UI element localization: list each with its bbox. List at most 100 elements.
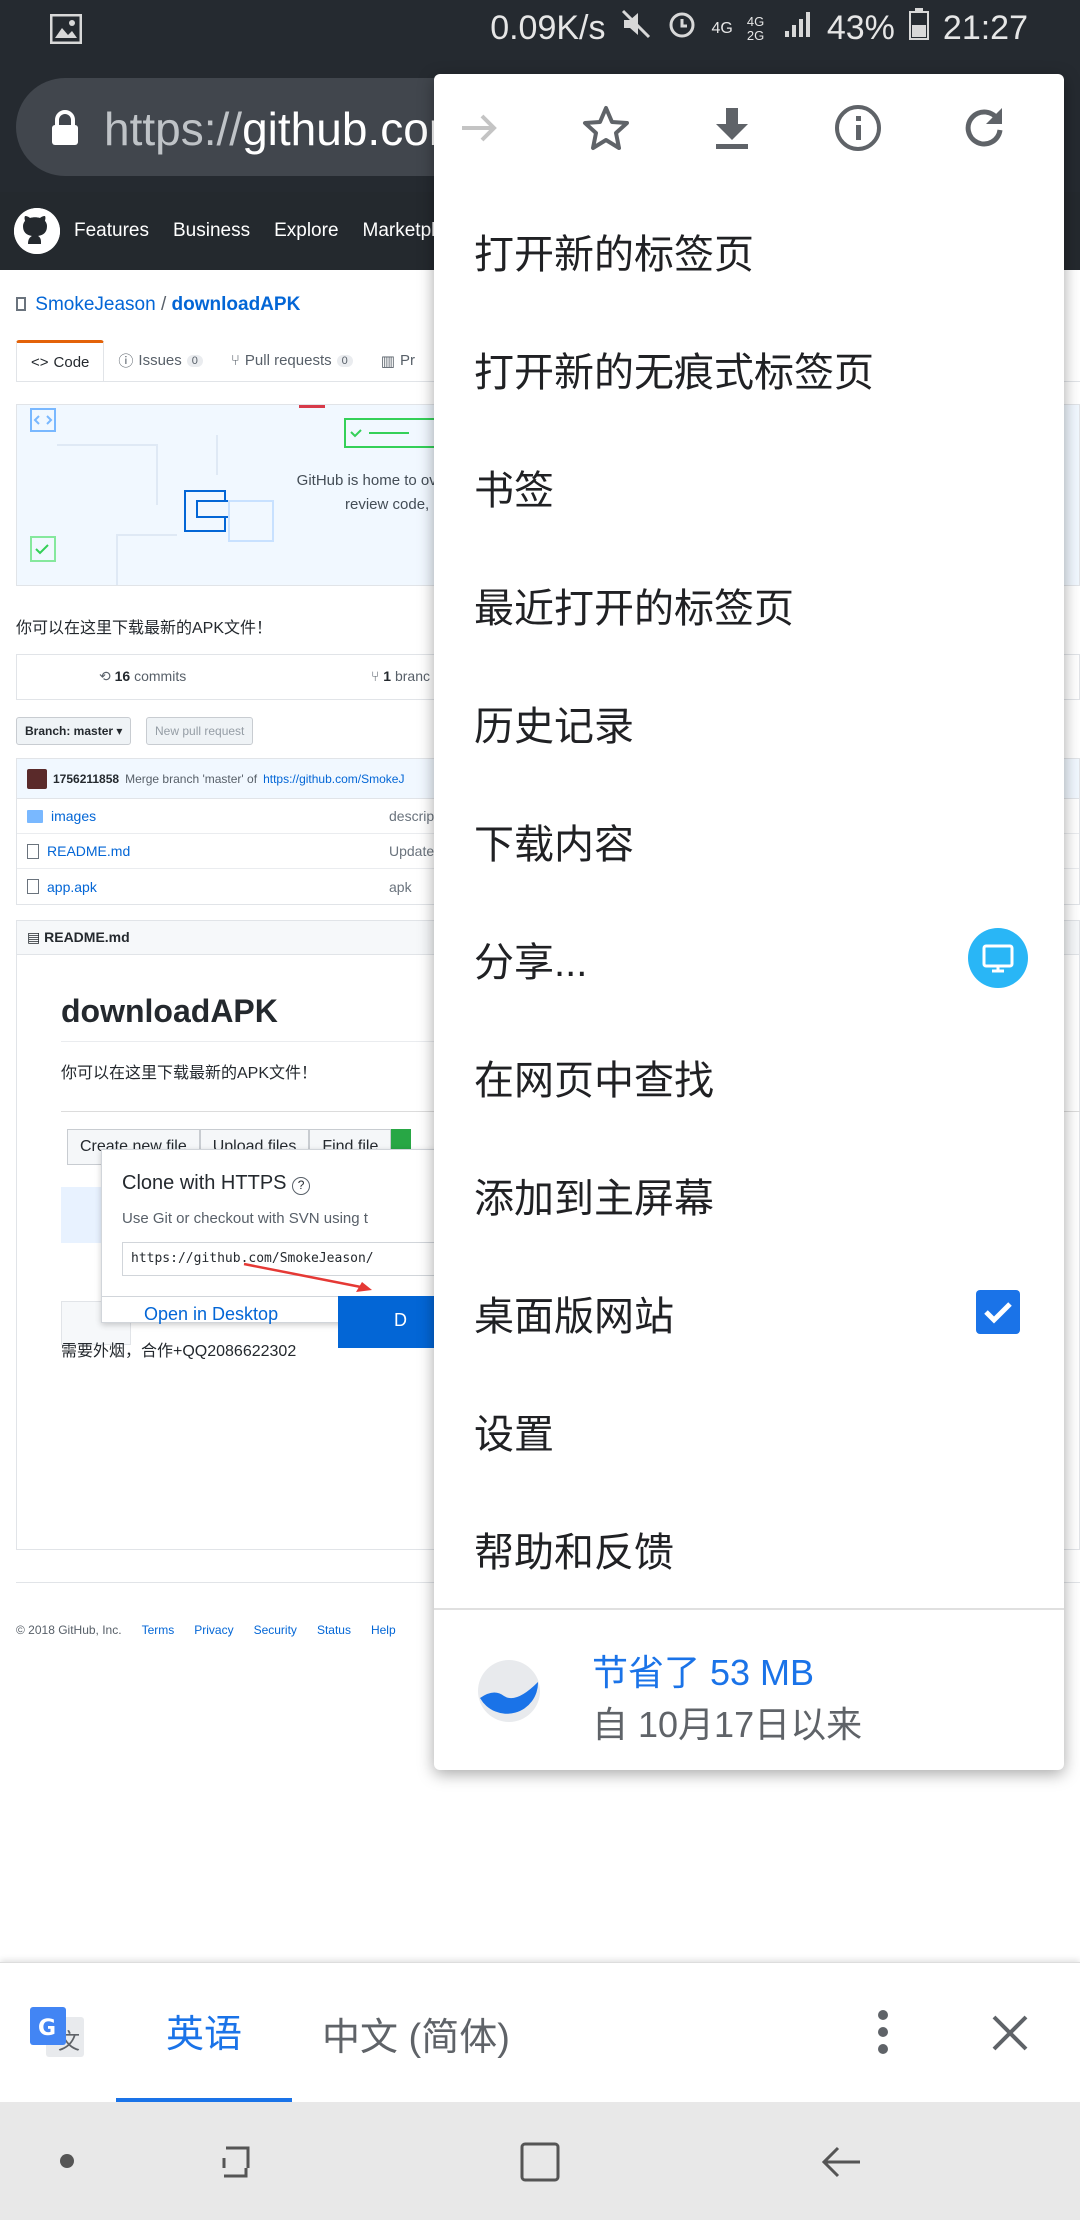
menu-bookmarks[interactable]: 书签 <box>474 428 1064 546</box>
network-4g: 4G <box>711 19 733 37</box>
nav-features[interactable]: Features <box>74 220 149 242</box>
branch-label: branc <box>394 668 431 684</box>
footer-security[interactable]: Security <box>254 1623 297 1637</box>
copyright: © 2018 GitHub, Inc. <box>16 1623 122 1637</box>
help-icon: ? <box>292 1177 311 1195</box>
target-language-tab[interactable]: 中文 (简体) <box>322 1963 510 2103</box>
code-icon: <> <box>31 353 49 371</box>
file-icon <box>27 879 39 894</box>
branch-count: 1 <box>383 668 392 684</box>
download-icon[interactable] <box>708 104 756 152</box>
back-icon[interactable] <box>820 2140 864 2189</box>
file-name[interactable]: images <box>51 808 96 824</box>
menu-desktop-site-label: 桌面版网站 <box>474 1295 674 1339</box>
file-commit-msg: Update <box>389 843 435 859</box>
clone-title: Clone with HTTPS ? <box>122 1172 311 1195</box>
nav-business[interactable]: Business <box>173 220 250 242</box>
info-icon[interactable] <box>834 104 882 152</box>
mute-icon <box>620 8 652 49</box>
gallery-icon <box>49 13 83 52</box>
github-logo-icon[interactable] <box>14 208 60 254</box>
menu-new-tab[interactable]: 打开新的标签页 <box>474 192 1064 310</box>
recents-icon[interactable] <box>214 2140 258 2189</box>
forward-icon[interactable] <box>456 104 504 152</box>
repo-separator: / <box>160 294 167 315</box>
branch-icon: ⑂ <box>371 668 380 684</box>
hero-line-2: review code, r <box>345 496 439 513</box>
folder-icon <box>27 809 43 823</box>
menu-help-feedback[interactable]: 帮助和反馈 <box>474 1490 1064 1608</box>
menu-downloads[interactable]: 下载内容 <box>474 782 1064 900</box>
home-dot-icon[interactable] <box>60 2154 74 2168</box>
menu-new-incognito-tab[interactable]: 打开新的无痕式标签页 <box>474 310 1064 428</box>
branch-select-button[interactable]: Branch: master ▾ <box>16 717 132 745</box>
menu-icon-row <box>434 74 1064 178</box>
tab-issues-label: Issues <box>138 352 182 369</box>
source-language-tab[interactable]: 英语 <box>116 1963 292 2103</box>
footer-status[interactable]: Status <box>317 1623 351 1637</box>
tab-pull-requests[interactable]: ⑂ Pull requests 0 <box>217 340 367 381</box>
file-name[interactable]: README.md <box>47 843 130 859</box>
commits-stat[interactable]: ⟲ 16 commits <box>99 668 186 685</box>
project-icon: ▥ <box>380 352 395 370</box>
lock-icon <box>50 110 80 146</box>
cast-screen-icon[interactable] <box>968 928 1028 988</box>
repo-description: 你可以在这里下载最新的APK文件！ <box>16 620 273 637</box>
hero-line-1: GitHub is home to ov <box>296 472 437 489</box>
repo-title: SmokeJeason / downloadAPK <box>16 294 300 316</box>
url-text: https://github.com <box>104 102 467 156</box>
repo-name[interactable]: downloadAPK <box>172 294 301 315</box>
book-icon: ▤ <box>27 929 41 945</box>
new-pull-request-button[interactable]: New pull request <box>146 717 254 745</box>
desktop-site-checkbox[interactable] <box>976 1290 1020 1334</box>
net-speed: 0.09K/s <box>490 9 606 47</box>
footer-terms[interactable]: Terms <box>142 1623 175 1637</box>
clone-desc: Use Git or checkout with SVN using t <box>122 1210 368 1227</box>
savings-title: 节省了 53 MB <box>592 1652 815 1693</box>
url-scheme: https:// <box>104 103 243 155</box>
tab-code[interactable]: <> Code <box>16 340 105 381</box>
tab-issues[interactable]: ⓘ Issues 0 <box>104 340 217 381</box>
refresh-icon[interactable] <box>960 104 1008 152</box>
readme-header-label: README.md <box>44 929 130 945</box>
nav-explore[interactable]: Explore <box>274 220 338 242</box>
file-name[interactable]: app.apk <box>47 879 97 895</box>
data-saver-summary[interactable]: 节省了 53 MB 自 10月17日以来 <box>434 1608 1064 1770</box>
last-commit-link[interactable]: https://github.com/SmokeJ <box>263 772 404 786</box>
system-nav-bar <box>0 2102 1080 2220</box>
file-commit-msg: descrip <box>389 808 435 824</box>
file-icon <box>27 843 39 859</box>
last-commit-user[interactable]: 1756211858 <box>53 772 119 786</box>
star-icon[interactable] <box>582 104 630 152</box>
status-bar: 0.09K/s 4G 4G 2G 43% 21:27 <box>0 0 1080 60</box>
readme-desc: 你可以在这里下载最新的APK文件！ <box>61 1065 318 1082</box>
menu-add-to-home[interactable]: 添加到主屏幕 <box>474 1136 1064 1254</box>
commits-count: 16 <box>114 668 131 684</box>
tab-projects[interactable]: ▥ Pr <box>367 340 429 381</box>
status-right: 0.09K/s 4G 4G 2G 43% 21:27 <box>490 8 1028 49</box>
menu-history[interactable]: 历史记录 <box>474 664 1064 782</box>
readme-footer-note: 需要外烟，合作+QQ2086622302 <box>61 1343 297 1360</box>
issue-icon: ⓘ <box>118 353 134 370</box>
readme-title: downloadAPK <box>61 993 278 1029</box>
repo-owner[interactable]: SmokeJeason <box>35 294 155 315</box>
google-translate-icon: 文G <box>28 2005 88 2066</box>
menu-settings[interactable]: 设置 <box>474 1372 1064 1490</box>
menu-recent-tabs[interactable]: 最近打开的标签页 <box>474 546 1064 664</box>
pr-count: 0 <box>336 354 353 367</box>
savings-since: 自 10月17日以来 <box>592 1704 863 1745</box>
home-square-icon[interactable] <box>518 2140 562 2189</box>
svg-text:G: G <box>38 2016 56 2041</box>
more-vert-icon[interactable] <box>870 2007 896 2062</box>
close-icon[interactable] <box>990 2013 1030 2058</box>
menu-find-in-page[interactable]: 在网页中查找 <box>474 1018 1064 1136</box>
last-commit-msg: Merge branch 'master' of <box>125 771 258 786</box>
footer-help[interactable]: Help <box>371 1623 396 1637</box>
branch-stat[interactable]: ⑂ 1 branc <box>371 668 430 684</box>
footer-privacy[interactable]: Privacy <box>194 1623 233 1637</box>
red-arrow <box>243 1262 372 1292</box>
github-nav: Features Business Explore Marketplace <box>74 192 466 270</box>
history-icon: ⟲ <box>99 668 111 684</box>
pull-request-icon: ⑂ <box>230 352 240 369</box>
commits-label: commits <box>134 668 187 684</box>
